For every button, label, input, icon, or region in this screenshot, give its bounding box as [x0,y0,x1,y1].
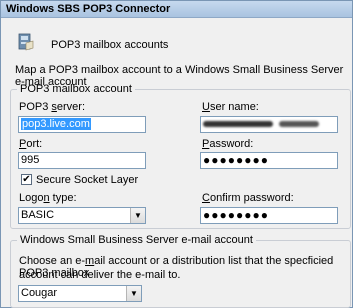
mailbox-icon [18,33,34,51]
port-input[interactable]: 995 [18,152,146,169]
logon-type-label: Logon type: [19,192,77,204]
logon-type-select[interactable]: BASIC ▼ [18,207,146,224]
confirm-password-value: ●●●●●●●● [203,208,269,222]
port-value: 995 [21,154,40,166]
password-input[interactable]: ●●●●●●●● [200,152,338,169]
sbs-account-select[interactable]: Cougar ▼ [18,285,142,302]
logon-type-value: BASIC [21,209,55,221]
window-title: Windows SBS POP3 Connector [6,3,171,15]
ssl-label[interactable]: Secure Socket Layer [36,174,138,186]
confirm-password-label: Confirm password: [202,192,294,204]
password-value: ●●●●●●●● [203,153,269,167]
user-name-input[interactable] [200,116,338,133]
pop3-group-legend: POP3 mailbox account [20,83,132,95]
user-name-label: User name: [202,101,259,113]
chevron-down-icon[interactable]: ▼ [126,286,141,301]
sbs-description-line2: account can deliver the e-mail to. [19,269,181,281]
title-bar[interactable]: Windows SBS POP3 Connector [1,1,352,18]
pop3-server-label: POP3 server: [19,101,86,113]
confirm-password-input[interactable]: ●●●●●●●● [200,207,338,224]
pop3-server-input[interactable]: pop3.live.com [18,116,146,133]
page-heading: POP3 mailbox accounts [51,39,169,51]
ssl-checkbox[interactable]: ✔ [21,174,32,185]
redacted-username [203,121,273,127]
password-label: Password: [202,138,254,150]
sbs-group-legend: Windows Small Business Server e-mail acc… [20,234,253,246]
port-label: Port: [19,138,43,150]
pop3-connector-window: Windows SBS POP3 Connector POP3 mailbox … [0,0,353,308]
redacted-username-domain [279,121,319,127]
pop3-server-value: pop3.live.com [21,118,91,130]
sbs-account-value: Cougar [21,287,58,299]
chevron-down-icon[interactable]: ▼ [130,208,145,223]
